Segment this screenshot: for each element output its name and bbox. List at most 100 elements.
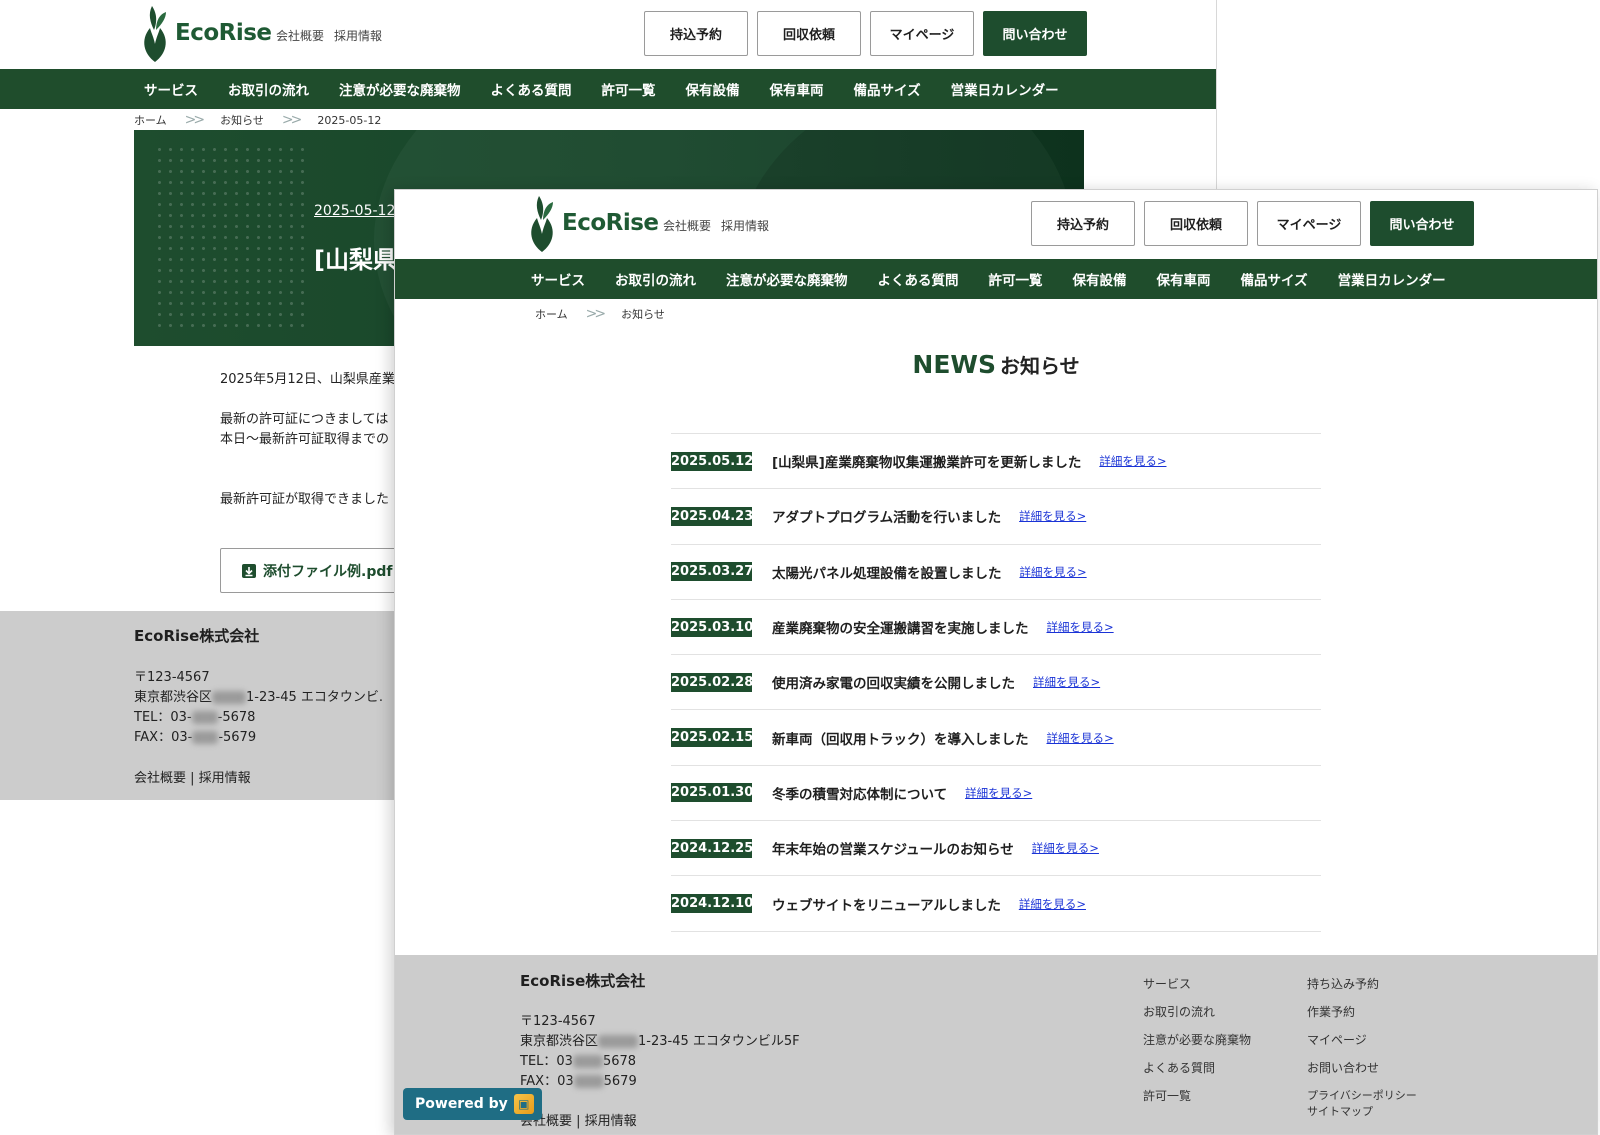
news-item: 2025.02.28 使用済み家電の回収実績を公開しました 詳細を見る> (671, 655, 1321, 711)
footer-nav-link[interactable]: お問い合わせ (1307, 1059, 1417, 1087)
breadcrumb-news[interactable]: お知らせ (220, 112, 264, 128)
breadcrumb-home[interactable]: ホーム (535, 306, 568, 322)
article-paragraph: 最新の許可証につきましては (220, 412, 389, 427)
news-detail-link[interactable]: 詳細を見る> (965, 785, 1032, 801)
site-header: EcoRise 会社概要 採用情報 持込予約 回収依頼 マイページ 問い合わせ (395, 190, 1597, 259)
leaf-icon (531, 196, 553, 252)
chevron-right-icon: >> (281, 112, 303, 128)
dot-pattern (154, 144, 304, 334)
nav-calendar[interactable]: 営業日カレンダー (936, 79, 1074, 99)
news-date: 2024.12.10 (671, 894, 754, 914)
news-detail-link[interactable]: 詳細を見る> (1019, 508, 1086, 524)
mypage-button[interactable]: マイページ (1257, 201, 1361, 246)
site-logo[interactable]: EcoRise (527, 194, 659, 252)
footer-nav-link[interactable]: サイトマップ (1307, 1103, 1417, 1131)
footer-nav-link[interactable]: マイページ (1307, 1031, 1417, 1059)
bring-in-reservation-button[interactable]: 持込予約 (644, 11, 748, 56)
main-nav: サービス お取引の流れ 注意が必要な廃棄物 よくある質問 許可一覧 保有設備 保… (395, 259, 1597, 299)
news-title: アダプトプログラム活動を行いました (772, 510, 1002, 527)
news-title: 太陽光パネル処理設備を設置しました (772, 565, 1002, 582)
nav-faq[interactable]: よくある質問 (863, 269, 974, 289)
chevron-right-icon: >> (184, 112, 206, 128)
article-paragraph: 本日〜最新許可証取得までの (220, 432, 390, 447)
footer-nav-link[interactable]: 持ち込み予約 (1307, 975, 1417, 1003)
news-title: ウェブサイトをリニューアルしました (772, 897, 1001, 914)
footer-address: 〒123-4567 東京都渋谷区 1-23-45 エコタウンビル5F TEL：03… (520, 1014, 800, 1089)
nav-sizes[interactable]: 備品サイズ (1226, 269, 1323, 289)
nav-vehicles[interactable]: 保有車両 (755, 79, 839, 99)
nav-sizes[interactable]: 備品サイズ (839, 79, 936, 99)
site-header: EcoRise 会社概要 採用情報 持込予約 回収依頼 マイページ 問い合わせ (0, 0, 1216, 69)
footer-nav-col-2: 持ち込み予約 作業予約 マイページ お問い合わせ プライバシーポリシー サイトマップ (1307, 975, 1417, 1131)
logo-text: EcoRise (175, 20, 272, 46)
nav-caution-waste[interactable]: 注意が必要な廃棄物 (324, 79, 476, 99)
news-item: 2024.12.10 ウェブサイトをリニューアルしました 詳細を見る> (671, 876, 1321, 932)
news-item: 2025.04.23 アダプトプログラム活動を行いました 詳細を見る> (671, 489, 1321, 545)
contact-button[interactable]: 問い合わせ (1370, 201, 1474, 246)
nav-service[interactable]: サービス (129, 79, 213, 99)
nav-calendar[interactable]: 営業日カレンダー (1323, 269, 1461, 289)
news-date: 2025.04.23 (671, 506, 754, 526)
bring-in-reservation-button[interactable]: 持込予約 (1031, 201, 1135, 246)
site-logo[interactable]: EcoRise (140, 4, 272, 62)
footer-company: EcoRise株式会社 (520, 972, 646, 990)
company-link[interactable]: 会社概要 (663, 217, 711, 234)
footer-nav-col-1: サービス お取引の流れ 注意が必要な廃棄物 よくある質問 許可一覧 (1143, 975, 1251, 1115)
news-date: 2024.12.25 (671, 838, 754, 858)
front-window: EcoRise 会社概要 採用情報 持込予約 回収依頼 マイページ 問い合わせ … (394, 189, 1598, 1135)
footer-nav-link[interactable]: 許可一覧 (1143, 1087, 1251, 1115)
nav-service[interactable]: サービス (516, 269, 600, 289)
nav-flow[interactable]: お取引の流れ (600, 269, 711, 289)
footer-nav-link[interactable]: プライバシーポリシー (1307, 1087, 1417, 1103)
news-detail-link[interactable]: 詳細を見る> (1019, 896, 1086, 912)
news-detail-link[interactable]: 詳細を見る> (1033, 674, 1100, 690)
nav-caution-waste[interactable]: 注意が必要な廃棄物 (711, 269, 863, 289)
powered-by-badge[interactable]: Powered by ▣ (403, 1088, 542, 1120)
news-title: 年末年始の営業スケジュールのお知らせ (772, 842, 1014, 859)
nav-flow[interactable]: お取引の流れ (213, 79, 324, 99)
contact-button[interactable]: 問い合わせ (983, 11, 1087, 56)
news-title: 使用済み家電の回収実績を公開しました (772, 676, 1015, 693)
news-date: 2025.02.28 (671, 672, 754, 692)
page-title-jp: お知らせ (999, 354, 1080, 378)
chevron-right-icon: >> (585, 306, 607, 322)
news-detail-link[interactable]: 詳細を見る> (1047, 730, 1114, 746)
article-title: [山梨県 (314, 246, 397, 274)
news-item: 2025.02.15 新車両（回収用トラック）を導入しました 詳細を見る> (671, 710, 1321, 766)
recruit-link[interactable]: 採用情報 (334, 27, 382, 44)
cube-logo-icon: ▣ (513, 1094, 534, 1114)
download-icon (242, 563, 256, 578)
news-detail-link[interactable]: 詳細を見る> (1032, 840, 1099, 856)
nav-vehicles[interactable]: 保有車両 (1142, 269, 1226, 289)
breadcrumb-home[interactable]: ホーム (134, 112, 167, 128)
footer-nav-link[interactable]: お取引の流れ (1143, 1003, 1251, 1031)
article-paragraph: 2025年5月12日、山梨県産業 (220, 372, 395, 387)
news-detail-link[interactable]: 詳細を見る> (1020, 564, 1087, 580)
collection-request-button[interactable]: 回収依頼 (757, 11, 861, 56)
article-date: 2025-05-12 (314, 203, 396, 219)
footer-nav-link[interactable]: 注意が必要な廃棄物 (1143, 1031, 1251, 1059)
news-item: 2025.03.27 太陽光パネル処理設備を設置しました 詳細を見る> (671, 545, 1321, 600)
news-date: 2025.01.30 (671, 783, 754, 803)
mypage-button[interactable]: マイページ (870, 11, 974, 56)
collection-request-button[interactable]: 回収依頼 (1144, 201, 1248, 246)
news-list: 2025.05.12 [山梨県]産業廃棄物収集運搬業許可を更新しました 詳細を見る>… (671, 433, 1321, 932)
breadcrumb: ホーム >> お知らせ (535, 306, 665, 322)
footer-nav-link[interactable]: よくある質問 (1143, 1059, 1251, 1087)
breadcrumb-current: お知らせ (621, 308, 665, 321)
company-link[interactable]: 会社概要 (276, 27, 324, 44)
footer-nav-link[interactable]: サービス (1143, 975, 1251, 1003)
news-detail-link[interactable]: 詳細を見る> (1047, 619, 1114, 635)
nav-equipment[interactable]: 保有設備 (671, 79, 755, 99)
nav-permits[interactable]: 許可一覧 (587, 79, 671, 99)
recruit-link[interactable]: 採用情報 (721, 217, 769, 234)
nav-equipment[interactable]: 保有設備 (1058, 269, 1142, 289)
nav-faq[interactable]: よくある質問 (476, 79, 587, 99)
news-title: 産業廃棄物の安全運搬講習を実施しました (772, 621, 1029, 638)
page-title: NEWS お知らせ (395, 350, 1597, 379)
news-detail-link[interactable]: 詳細を見る> (1099, 453, 1166, 469)
footer-nav-link[interactable]: 作業予約 (1307, 1003, 1417, 1031)
nav-permits[interactable]: 許可一覧 (974, 269, 1058, 289)
header-sub-links: 会社概要 採用情報 (276, 27, 382, 44)
footer-links[interactable]: 会社概要 | 採用情報 (134, 767, 251, 786)
